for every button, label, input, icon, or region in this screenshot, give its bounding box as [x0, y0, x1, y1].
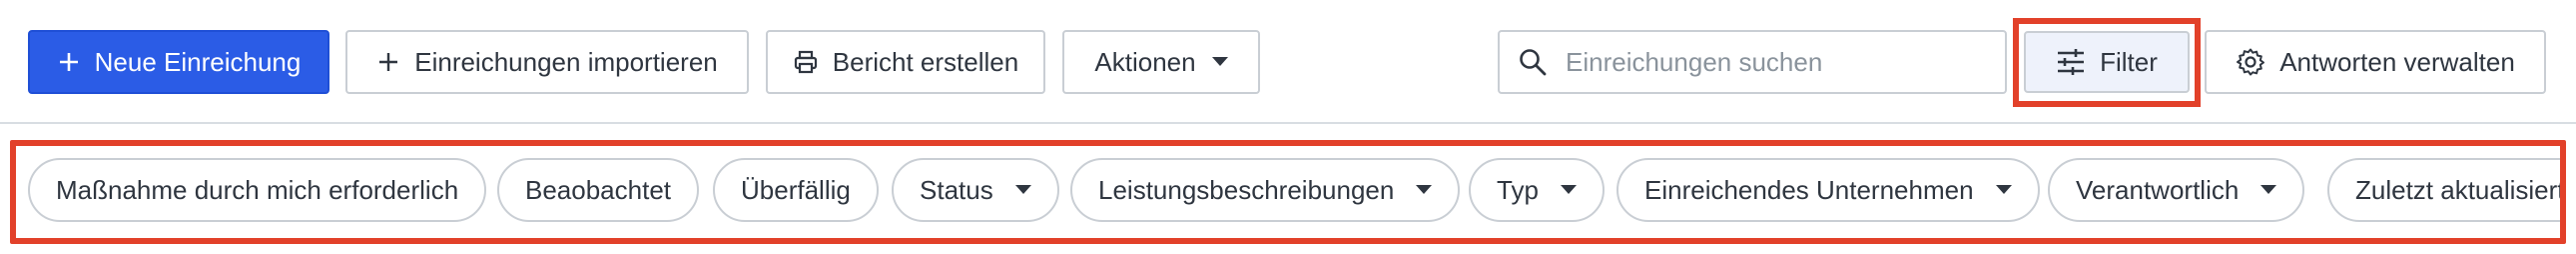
caret-down-icon [1211, 57, 1228, 67]
search-box[interactable] [1498, 30, 2007, 94]
chip-label: Typ [1497, 174, 1539, 205]
filter-highlight-box [2013, 18, 2201, 107]
actions-dropdown[interactable]: Aktionen [1062, 30, 1260, 94]
caret-down-icon [1416, 185, 1433, 195]
chip-label: Zuletzt aktualisiert [2355, 174, 2560, 205]
import-submissions-button[interactable]: Einreichungen importieren [345, 30, 749, 94]
chip-label: Beaobachtet [525, 174, 672, 205]
chip-label: Einreichendes Unternehmen [1644, 174, 1974, 205]
chip-specifications[interactable]: Leistungsbeschreibungen [1070, 158, 1461, 222]
chip-submitting-company[interactable]: Einreichendes Unternehmen [1616, 158, 2040, 222]
new-submission-label: Neue Einreichung [94, 46, 302, 77]
printer-icon [793, 49, 819, 75]
search-icon [1518, 47, 1548, 77]
chip-overdue[interactable]: Überfällig [713, 158, 879, 222]
chip-label: Leistungsbeschreibungen [1098, 174, 1395, 205]
chip-label: Verantwortlich [2076, 174, 2240, 205]
chip-label: Überfällig [741, 174, 851, 205]
chip-responsible[interactable]: Verantwortlich [2048, 158, 2305, 222]
caret-down-icon [1995, 185, 2012, 195]
create-report-label: Bericht erstellen [832, 46, 1019, 77]
caret-down-icon [2260, 185, 2277, 195]
create-report-button[interactable]: Bericht erstellen [766, 30, 1045, 94]
chip-watched[interactable]: Beaobachtet [497, 158, 700, 222]
plus-icon [376, 50, 400, 74]
chip-action-required[interactable]: Maßnahme durch mich erforderlich [28, 158, 487, 222]
gear-icon [2236, 47, 2265, 77]
plus-icon [57, 50, 81, 74]
chip-label: Status [920, 174, 993, 205]
actions-label: Aktionen [1094, 46, 1196, 77]
caret-down-icon [1014, 185, 1031, 195]
manage-responses-button[interactable]: Antworten verwalten [2205, 30, 2546, 94]
filter-chip-bar: Maßnahme durch mich erforderlich Beaobac… [16, 145, 2560, 239]
chip-label: Maßnahme durch mich erforderlich [56, 174, 459, 205]
caret-down-icon [1560, 185, 1577, 195]
chip-status[interactable]: Status [892, 158, 1059, 222]
chip-type[interactable]: Typ [1469, 158, 1605, 222]
chip-last-updated[interactable]: Zuletzt aktualisiert [2327, 158, 2560, 222]
manage-responses-label: Antworten verwalten [2279, 46, 2515, 77]
import-submissions-label: Einreichungen importieren [414, 46, 718, 77]
search-input[interactable] [1564, 45, 1987, 79]
new-submission-button[interactable]: Neue Einreichung [28, 30, 329, 94]
toolbar: Neue Einreichung Einreichungen importier… [0, 0, 2576, 124]
